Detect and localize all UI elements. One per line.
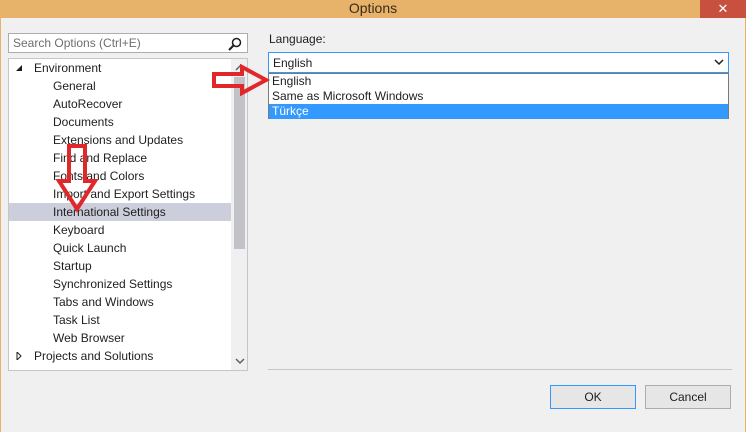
tree-item-label: Startup bbox=[53, 259, 92, 273]
expanded-triangle-icon[interactable] bbox=[15, 64, 23, 72]
window-frame-left bbox=[0, 18, 1, 432]
tree-item-projects-and-solutions[interactable]: Projects and Solutions bbox=[9, 347, 231, 365]
language-dropdown-list[interactable]: English Same as Microsoft Windows Türkçe bbox=[268, 73, 729, 119]
tree-item-environment[interactable]: Environment bbox=[9, 59, 231, 77]
language-select[interactable]: English bbox=[268, 52, 729, 73]
tree-item-label: General bbox=[53, 79, 96, 93]
tree-item-autorecover[interactable]: AutoRecover bbox=[9, 95, 231, 113]
scroll-thumb[interactable] bbox=[234, 77, 245, 249]
tree-scrollbar[interactable] bbox=[231, 59, 247, 370]
tree-item-label: Quick Launch bbox=[53, 241, 127, 255]
window-title: Options bbox=[348, 0, 398, 16]
tree-item-international-settings[interactable]: International Settings bbox=[9, 203, 231, 221]
tree-item-keyboard[interactable]: Keyboard bbox=[9, 221, 231, 239]
ok-button[interactable]: OK bbox=[550, 385, 636, 409]
tree-item-label: Synchronized Settings bbox=[53, 277, 173, 291]
tree-item-label: Documents bbox=[53, 115, 114, 129]
language-option-english[interactable]: English bbox=[269, 74, 728, 89]
annotation-arrow-down-icon bbox=[55, 144, 99, 213]
tree-item-extensions-and-updates[interactable]: Extensions and Updates bbox=[9, 131, 231, 149]
tree-item-label: Task List bbox=[53, 313, 100, 327]
annotation-arrow-right-icon bbox=[212, 64, 271, 96]
search-icon[interactable] bbox=[227, 36, 243, 52]
tree-item-startup[interactable]: Startup bbox=[9, 257, 231, 275]
collapsed-triangle-icon[interactable] bbox=[15, 352, 23, 360]
scroll-down-arrow-icon[interactable] bbox=[235, 356, 245, 366]
tree-item-general[interactable]: General bbox=[9, 77, 231, 95]
tree-item-fonts-and-colors[interactable]: Fonts and Colors bbox=[9, 167, 231, 185]
tree-item-web-browser[interactable]: Web Browser bbox=[9, 329, 231, 347]
language-select-value: English bbox=[273, 56, 313, 70]
close-icon: ✕ bbox=[717, 1, 729, 16]
footer-divider bbox=[268, 369, 732, 370]
chevron-down-icon[interactable] bbox=[714, 57, 724, 67]
language-label: Language: bbox=[269, 32, 326, 46]
options-tree[interactable]: Environment General AutoRecover Document… bbox=[8, 58, 248, 371]
search-input[interactable]: Search Options (Ctrl+E) bbox=[8, 33, 248, 53]
close-button[interactable]: ✕ bbox=[700, 0, 746, 18]
tree-item-documents[interactable]: Documents bbox=[9, 113, 231, 131]
language-option-same-as-windows[interactable]: Same as Microsoft Windows bbox=[269, 89, 728, 104]
language-option-turkish[interactable]: Türkçe bbox=[269, 104, 728, 119]
search-placeholder: Search Options (Ctrl+E) bbox=[13, 36, 141, 50]
tree-item-label: Keyboard bbox=[53, 223, 105, 237]
tree-item-synchronized-settings[interactable]: Synchronized Settings bbox=[9, 275, 231, 293]
cancel-button[interactable]: Cancel bbox=[645, 385, 731, 409]
tree-item-label: Projects and Solutions bbox=[34, 349, 154, 363]
tree-item-label: Environment bbox=[34, 61, 102, 75]
title-bar: Options ✕ bbox=[0, 0, 746, 18]
tree-item-find-and-replace[interactable]: Find and Replace bbox=[9, 149, 231, 167]
tree-item-tabs-and-windows[interactable]: Tabs and Windows bbox=[9, 293, 231, 311]
tree-item-label: AutoRecover bbox=[53, 97, 123, 111]
tree-item-task-list[interactable]: Task List bbox=[9, 311, 231, 329]
tree-item-import-and-export-settings[interactable]: Import and Export Settings bbox=[9, 185, 231, 203]
tree-item-label: Tabs and Windows bbox=[53, 295, 154, 309]
tree-item-quick-launch[interactable]: Quick Launch bbox=[9, 239, 231, 257]
tree-item-label: Web Browser bbox=[53, 331, 125, 345]
